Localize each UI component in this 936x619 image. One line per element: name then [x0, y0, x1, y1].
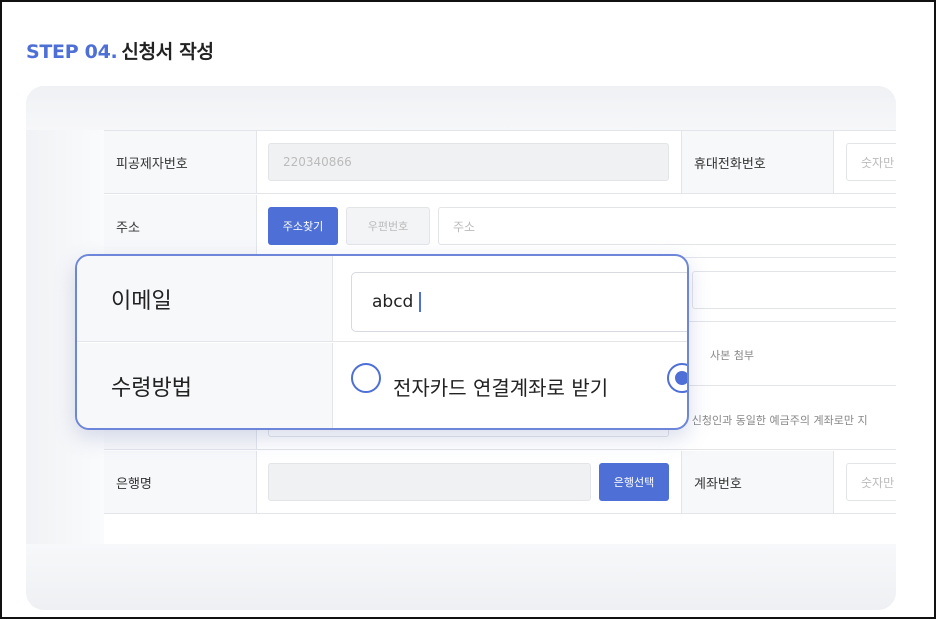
text-caret	[419, 292, 421, 312]
bank-name-field[interactable]	[268, 463, 591, 501]
email-input[interactable]: abcd	[351, 272, 687, 332]
address-search-button[interactable]: 주소찾기	[268, 207, 338, 245]
mobile-number-label: 휴대전화번호	[681, 131, 834, 193]
highlight-card: 이메일 abcd 수령방법 전자카드 연결계좌로 받기	[75, 254, 689, 430]
panel-bottom-fade	[26, 544, 896, 610]
address-field[interactable]: 주소	[438, 207, 896, 245]
email-label: 이메일	[77, 256, 333, 341]
email-row: 이메일 abcd	[77, 256, 687, 342]
radio-ecard-account-label: 전자카드 연결계좌로 받기	[393, 375, 609, 400]
address-label: 주소	[104, 195, 257, 257]
radio-ecard-account[interactable]	[351, 363, 381, 393]
receive-method-label: 수령방법	[77, 343, 333, 428]
attachment-note: 사본 첨부	[710, 349, 754, 362]
form-row-insured-number: 피공제자번호 220340866 휴대전화번호 숫자만	[104, 131, 896, 194]
email-value: abcd	[372, 292, 414, 312]
account-holder-note: ※ 신청인과 동일한 예금주의 계좌로만 지	[679, 414, 868, 427]
hidden-field-1[interactable]	[692, 271, 896, 309]
form-row-bank: 은행명 은행선택 계좌번호 숫자만	[104, 451, 896, 514]
insured-number-field[interactable]: 220340866	[268, 143, 669, 181]
radio-other-option[interactable]	[667, 363, 687, 393]
step-title: 신청서 작성	[121, 41, 214, 63]
receive-method-row: 수령방법 전자카드 연결계좌로 받기	[77, 343, 687, 428]
bank-name-label: 은행명	[104, 451, 257, 513]
mobile-number-input[interactable]: 숫자만	[846, 143, 896, 181]
insured-number-label: 피공제자번호	[104, 131, 257, 193]
page-title: STEP 04. 신청서 작성	[26, 37, 214, 64]
postcode-field[interactable]: 우편번호	[346, 207, 430, 245]
account-number-input[interactable]: 숫자만	[846, 463, 896, 501]
screenshot-frame: STEP 04. 신청서 작성 피공제자번호 220340866 휴대전화번호 숫…	[0, 0, 936, 619]
step-number: STEP 04.	[26, 41, 118, 63]
account-number-label: 계좌번호	[681, 451, 834, 513]
form-row-address: 주소 주소찾기 우편번호 주소	[104, 195, 896, 258]
bank-select-button[interactable]: 은행선택	[599, 463, 669, 501]
panel-top-fade	[26, 86, 896, 130]
